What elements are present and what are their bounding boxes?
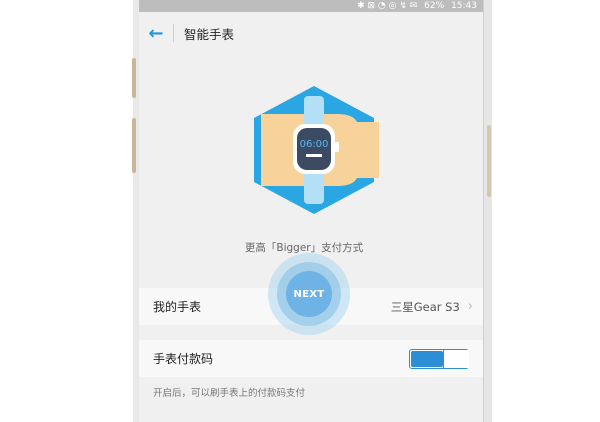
my-watch-value: 三星Gear S3 [390,299,460,314]
watch-time: 06:00 [300,139,329,150]
toggle-fill [411,350,443,367]
next-button-label: NEXT [286,271,332,317]
divider [173,24,174,42]
chevron-right-icon: › [467,299,473,314]
phone-bezel-right [483,0,492,422]
watch-pay-hint: 开启后，可以刷手表上的付款码支付 [153,388,306,399]
status-icons: ✱ ⊠ ◔ ◎ ↯ ✉ [357,1,418,11]
watch-pay-label: 手表付款码 [153,352,214,366]
status-bar: ✱ ⊠ ◔ ◎ ↯ ✉ 62% 15:43 [139,0,483,12]
page-title: 智能手表 [184,26,235,42]
next-button[interactable]: NEXT [268,253,350,335]
status-time: 15:43 [451,1,477,11]
watch-pay-toggle[interactable] [409,348,469,369]
watch-pay-row: 手表付款码 [139,340,483,377]
back-arrow-icon[interactable]: ← [139,12,173,54]
hero-illustration: 06:00 [139,54,483,229]
phone-screen: ✱ ⊠ ◔ ◎ ↯ ✉ 62% 15:43 ← 智能手表 06:00 更高「Bi… [139,0,483,422]
toggle-knob [443,349,469,368]
watch-illustration-icon: 06:00 [254,86,379,214]
phone-side-button [487,125,491,197]
phone-side-button [132,118,136,173]
phone-side-button [132,58,136,98]
app-bar: ← 智能手表 [139,12,483,54]
battery-level: 62% [424,1,445,11]
